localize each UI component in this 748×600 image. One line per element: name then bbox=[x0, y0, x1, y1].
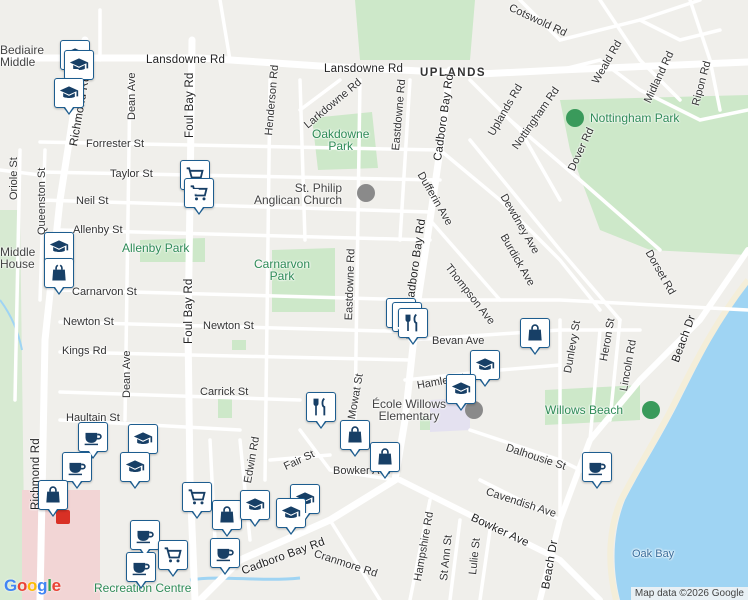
map-marker-restaurant[interactable] bbox=[306, 392, 336, 429]
road-label-oriole: Oriole St bbox=[8, 157, 20, 200]
place-label-nottingham-park: Nottingham Park bbox=[590, 111, 680, 125]
green-small-2 bbox=[218, 398, 232, 418]
road-label-newton-west: Newton St bbox=[63, 316, 114, 328]
road-label-bevan: Bevan Ave bbox=[432, 335, 485, 347]
school-icon bbox=[245, 495, 265, 515]
green-small-1 bbox=[232, 340, 246, 350]
school-icon bbox=[59, 83, 79, 103]
road-label-foul-bay-south: Foul Bay Rd bbox=[183, 278, 195, 344]
map-marker-school[interactable] bbox=[446, 374, 476, 411]
map-marker-bag[interactable] bbox=[370, 442, 400, 479]
school-icon bbox=[281, 503, 301, 523]
place-label-st-philip: St. Philip Anglican Church bbox=[254, 181, 343, 207]
place-label-carnarvon-park: Carnarvon Park bbox=[254, 257, 311, 283]
road-label-carnarvon: Carnarvon St bbox=[72, 286, 137, 298]
cart-icon bbox=[187, 487, 207, 507]
restaurant-icon bbox=[311, 397, 331, 417]
map-marker-coffee[interactable] bbox=[78, 422, 108, 459]
road-label-allenby: Allenby St bbox=[73, 224, 123, 236]
road-label-foul-bay-north: Foul Bay Rd bbox=[184, 72, 196, 138]
road-label-taylor: Taylor St bbox=[110, 168, 153, 180]
road-label-carrick: Carrick St bbox=[200, 386, 249, 398]
coffee-icon bbox=[215, 543, 235, 563]
map-marker-coffee[interactable] bbox=[210, 538, 240, 575]
bag-icon bbox=[43, 485, 63, 505]
road-label-lansdowne-east: Lansdowne Rd bbox=[324, 63, 404, 75]
school-icon bbox=[451, 379, 471, 399]
map-attribution[interactable]: Map data ©2026 Google bbox=[630, 587, 748, 600]
place-label-ecole-willows: École Willows Elementary bbox=[372, 397, 447, 423]
road-label-eastdowne-south: Eastdowne Rd bbox=[343, 248, 358, 321]
map-marker-bag[interactable] bbox=[520, 318, 550, 355]
coffee-icon bbox=[131, 557, 151, 577]
map-marker-cart[interactable] bbox=[182, 482, 212, 519]
road-label-forrester: Forrester St bbox=[86, 138, 145, 150]
map-marker-bag[interactable] bbox=[38, 480, 68, 517]
place-label-oak-bay: Oak Bay bbox=[632, 548, 675, 560]
map-marker-cart[interactable] bbox=[158, 540, 188, 577]
road-label-dean-south: Dean Ave bbox=[121, 350, 133, 398]
map-marker-bag[interactable] bbox=[340, 420, 370, 457]
google-logo: Google bbox=[4, 576, 61, 595]
map-marker-coffee[interactable] bbox=[62, 452, 92, 489]
map-marker-school[interactable] bbox=[128, 424, 158, 461]
place-label-middle-house: Middle House bbox=[0, 245, 36, 271]
place-label-bediaire: Bediaire Middle bbox=[0, 43, 45, 69]
map-marker-school[interactable] bbox=[64, 50, 94, 87]
bag-icon bbox=[345, 425, 365, 445]
map-marker-school[interactable] bbox=[240, 490, 270, 527]
road-label-neil: Neil St bbox=[76, 195, 109, 207]
place-label-willows-beach: Willows Beach bbox=[545, 403, 624, 417]
coffee-icon bbox=[135, 525, 155, 545]
school-icon bbox=[133, 429, 153, 449]
school-icon bbox=[125, 457, 145, 477]
map-marker-bag[interactable] bbox=[212, 500, 242, 537]
coffee-icon bbox=[67, 457, 87, 477]
bag-icon bbox=[217, 505, 237, 525]
place-label-allenby-park: Allenby Park bbox=[122, 241, 190, 255]
road-label-newton-east: Newton St bbox=[203, 320, 254, 332]
road-label-lansdowne-west: Lansdowne Rd bbox=[146, 54, 226, 66]
map-marker-coffee[interactable] bbox=[130, 520, 160, 557]
park-area-north bbox=[355, 0, 475, 60]
school-icon bbox=[475, 355, 495, 375]
bag-icon bbox=[525, 323, 545, 343]
school-icon bbox=[49, 237, 69, 257]
road-label-kings: Kings Rd bbox=[62, 345, 107, 357]
map-marker-cart[interactable] bbox=[184, 178, 214, 215]
road-label-queenston: Queenston St bbox=[36, 167, 48, 235]
cart-icon bbox=[163, 545, 183, 565]
map-marker-coffee[interactable] bbox=[582, 452, 612, 489]
place-label-oakdowne-park: Oakdowne Park bbox=[312, 127, 370, 153]
map-marker-coffee[interactable] bbox=[126, 552, 156, 589]
bag-icon bbox=[375, 447, 395, 467]
coffee-icon bbox=[83, 427, 103, 447]
coffee-icon bbox=[587, 457, 607, 477]
map-canvas[interactable] bbox=[0, 0, 748, 600]
creek-south bbox=[189, 576, 301, 582]
restaurant-icon bbox=[403, 313, 423, 333]
road-label-dean-north: Dean Ave bbox=[126, 72, 138, 120]
